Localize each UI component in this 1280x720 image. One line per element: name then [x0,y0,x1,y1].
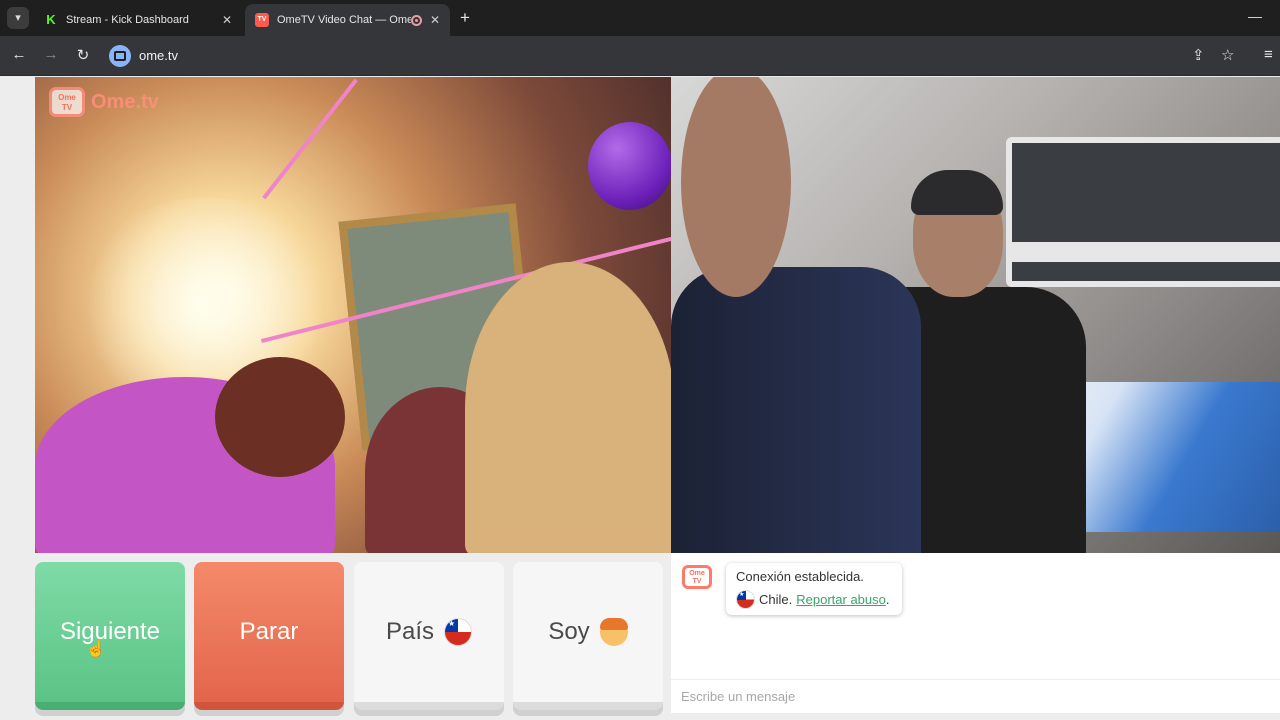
back-arrow-left-icon[interactable]: ← [9,46,29,63]
forward-arrow-right-icon[interactable]: → [41,46,61,63]
ometv-watermark-logo: Ome TV Ome.tv [49,87,159,117]
gender-button[interactable]: Soy [513,562,663,710]
connection-status: Conexión establecida. [736,569,864,584]
person-laughing [465,262,671,553]
tab-search-chevron-down-icon[interactable]: ▾ [7,7,29,29]
person-face-closeup [681,77,791,297]
message-input[interactable]: Escribe un mensaje [671,679,1280,713]
gender-button-label: Soy [548,618,590,645]
tab-title: OmeTV Video Chat — Ome [277,14,411,26]
reading-list-icon[interactable]: ≡ [1264,46,1273,63]
tab-ometv[interactable]: TV OmeTV Video Chat — Ome ✕ [245,4,450,36]
black-cap [911,170,1003,215]
self-video [671,77,1280,553]
kick-favicon-icon: K [44,13,58,27]
browser-tabstrip: ▾ K Stream - Kick Dashboard ✕ TV OmeTV V… [0,0,1280,36]
site-info-camera-icon[interactable] [109,45,131,67]
stop-button-label: Parar [239,618,299,645]
tab-title: Stream - Kick Dashboard [66,14,189,26]
tab-close-icon[interactable]: ✕ [222,13,232,27]
bookmark-star-icon[interactable]: ☆ [1221,46,1234,64]
address-bar[interactable]: ome.tv [139,48,178,63]
cast-icon[interactable]: ⇪ [1192,46,1205,64]
recording-icon [410,14,422,26]
new-tab-plus-icon[interactable]: + [460,8,470,28]
tab-close-icon[interactable]: ✕ [430,13,440,27]
minimize-window-icon[interactable]: — [1248,8,1262,24]
partner-video: Ome TV Ome.tv [35,77,671,553]
ometv-chat-logo-icon: Ome TV [682,565,712,589]
chat-panel: Ome TV Conexión establecida. Chile. Repo… [671,553,1280,713]
next-button-label: Siguiente [59,618,161,645]
person-hair [215,357,345,477]
report-abuse-link[interactable]: Reportar abuso [796,592,886,607]
country-button[interactable]: País [354,562,504,710]
stop-button[interactable]: Parar [194,562,344,710]
bunk-bed-rail [1006,242,1280,262]
next-button[interactable]: Siguiente [35,562,185,710]
tab-kick-dashboard[interactable]: K Stream - Kick Dashboard ✕ [34,4,242,36]
person-jersey [671,267,921,553]
party-streamer [262,78,358,200]
chile-flag-icon [736,590,755,609]
system-message: Conexión establecida. Chile. Reportar ab… [726,563,902,615]
partner-country-line: Chile. Reportar abuso. [736,590,892,609]
ometv-page: Ome TV Ome.tv Siguiente Parar País Soy O… [0,77,1280,720]
chile-flag-icon [444,618,473,646]
boy-icon [599,618,628,646]
reload-icon[interactable]: ↻ [73,46,93,64]
partner-country: Chile. [759,592,793,607]
ometv-favicon-icon: TV [255,13,269,27]
ometv-tv-icon: Ome TV [49,87,85,117]
ometv-brand-text: Ome.tv [91,90,159,113]
country-button-label: País [385,618,435,645]
browser-toolbar: ← → ↻ ome.tv ⇪ ☆ ≡ [0,36,1280,76]
report-suffix: . [885,592,890,607]
hand-cursor-icon: ☝ [86,641,106,658]
purple-balloon [588,122,671,210]
bunk-bed [1006,137,1280,287]
